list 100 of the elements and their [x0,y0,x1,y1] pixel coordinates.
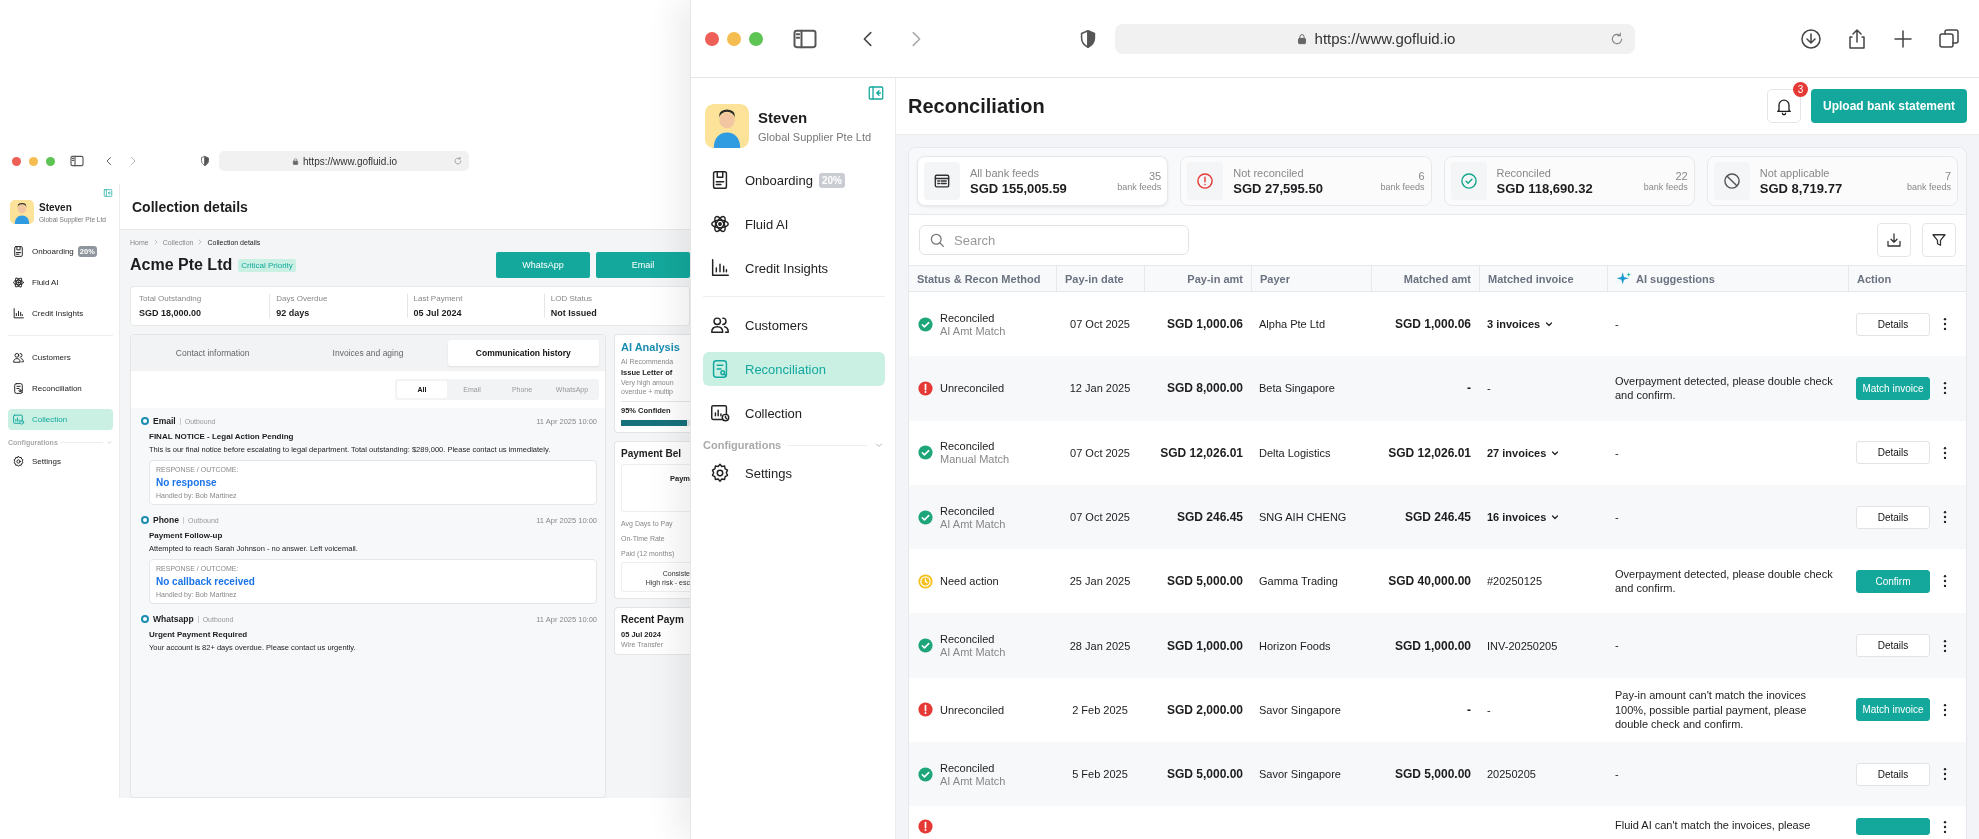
entry-subject: Urgent Payment Required [149,630,249,639]
channel-label: Whatsapp [153,614,194,624]
row-action-button[interactable] [1856,818,1930,836]
payer-cell: Gamma Trading [1259,575,1338,588]
tab[interactable]: Invoices and aging [292,340,444,366]
amount-cell: SGD 1,000.06 [1166,317,1243,332]
window-controls[interactable] [12,156,55,166]
download-icon[interactable] [1799,26,1823,51]
invoice-cell: INV-20250205 [1487,639,1558,652]
card-title: AI Analysis [621,341,681,353]
date-cell: 28 Jan 2025 [1069,639,1131,652]
amount-cell: SGD 5,000.00 [1394,767,1471,782]
tab[interactable]: Communication history [447,340,599,366]
reload-icon[interactable] [1609,30,1625,47]
row-action-button[interactable]: Details [1856,505,1930,529]
avatar [10,200,34,224]
document-search-icon [12,382,25,395]
summary-label: All bank feeds [970,166,1041,179]
summary-card[interactable]: Reconciled SGD 118,690.32 22 bank feeds [1443,156,1695,206]
search-icon [928,231,946,249]
payer-cell: Beta Singapore [1259,382,1335,395]
feed-count: 35 [1148,170,1162,182]
summary-amount: SGD 8,719.77 [1759,180,1844,196]
nav-item[interactable]: Settings [8,451,113,472]
timeline-dot-icon [141,516,149,524]
column-header: Status & Recon Method [917,272,1041,285]
amount-cell: SGD 5,000.00 [1166,767,1243,782]
stat-value: Not Issued [550,308,598,318]
suggestion-text: Overpayment detected, please double check and confirm. [1615,374,1834,403]
column-header: Matched amt [1403,272,1471,285]
chart-clock-icon [12,413,25,426]
payer-cell: Savor Singapore [1259,768,1341,781]
payer-cell: Horizon Foods [1259,639,1331,652]
bar-chart-icon [12,307,25,320]
sidebar-toggle-icon[interactable] [69,153,85,169]
status-label: Reconciled [940,633,996,646]
search-field[interactable]: Search [919,225,1189,255]
nav-item[interactable]: Fluid AI [703,207,885,241]
payer-cell: Alpha Pte Ltd [1259,318,1326,331]
nav-item[interactable]: Settings [703,456,885,490]
suggestion-text: - [1615,509,1619,525]
row-action-button[interactable]: Details [1856,312,1930,336]
summary-amount: SGD 27,595.50 [1233,180,1324,196]
status-label: Unreconciled [940,382,1005,395]
invoices-dropdown[interactable]: 16 invoices [1487,511,1562,524]
nav-item[interactable]: Collection [703,396,885,430]
blocked-icon [1721,171,1742,191]
chart-clock-icon [709,402,731,424]
row-action-button[interactable]: Details [1856,441,1930,465]
window-controls[interactable] [705,31,763,46]
feed-count: 6 [1417,170,1425,182]
suggestion-text: - [1615,767,1619,782]
invoices-dropdown[interactable]: 27 invoices [1487,446,1562,459]
shield-icon[interactable] [199,155,211,167]
nav-item[interactable]: Credit Insights [703,251,885,285]
amount-cell: - [1467,702,1471,717]
status-label: Reconciled [940,761,996,774]
amount-cell: SGD 12,026.01 [1160,445,1243,460]
section-title: Configurations [703,439,782,451]
export-button[interactable] [1877,223,1911,257]
amount-cell: SGD 1,000.00 [1166,638,1243,653]
collapse-sidebar-icon[interactable] [867,84,885,102]
summary-card[interactable]: All bank feeds SGD 155,005.59 35 bank feeds [917,156,1169,206]
address-bar[interactable]: https://www.gofluid.io [1115,23,1635,54]
lock-icon [291,156,301,166]
address-bar[interactable]: https://www.gofluid.io [219,151,469,171]
nav-item[interactable]: Customers [703,308,885,342]
nav-item[interactable]: Customers [8,347,113,368]
row-action-button[interactable]: Details [1856,634,1930,658]
nav-item[interactable]: Credit Insights [8,303,113,324]
tab[interactable]: Contact information [137,340,289,366]
invoice-cell: 20250205 [1487,768,1536,781]
summary-card[interactable]: Not reconciled SGD 27,595.50 6 bank feeds [1180,156,1432,206]
status-label: Reconciled [940,311,996,324]
date-cell: 07 Oct 2025 [1070,446,1130,459]
summary-label: Not reconciled [1233,166,1305,179]
recon-method: AI Amt Match [940,646,1006,659]
summary-card[interactable]: Not applicable SGD 8,719.77 7 bank feeds [1706,156,1958,206]
nav-item[interactable]: Fluid AI [8,272,113,293]
amount-cell: SGD 2,000.00 [1166,702,1243,717]
recon-method: Manual Match [940,453,1010,466]
amount-cell: SGD 8,000.00 [1166,381,1243,396]
url-text: https://www.gofluid.io [303,155,397,167]
recon-method: AI Amt Match [940,324,1006,337]
stat-value: 92 days [276,308,311,318]
feed-count-label: bank feeds [1380,182,1425,192]
users-icon [709,314,731,336]
row-action-button[interactable]: Details [1856,762,1930,786]
feed-count: 7 [1943,170,1951,182]
filter-button[interactable] [1922,223,1956,257]
status-label: Reconciled [940,440,996,453]
column-header: Pay-in date [1065,272,1124,285]
status-label: Reconciled [940,504,996,517]
invoices-dropdown[interactable]: 3 invoices [1487,318,1556,331]
nav-item[interactable]: Reconciliation [8,378,113,399]
tabs-icon[interactable] [1937,26,1961,51]
user-name: Steven [39,201,73,213]
stat-label: Days Overdue [276,294,329,303]
invoice-cell: - [1487,382,1491,395]
date-cell: 12 Jan 2025 [1069,382,1131,395]
